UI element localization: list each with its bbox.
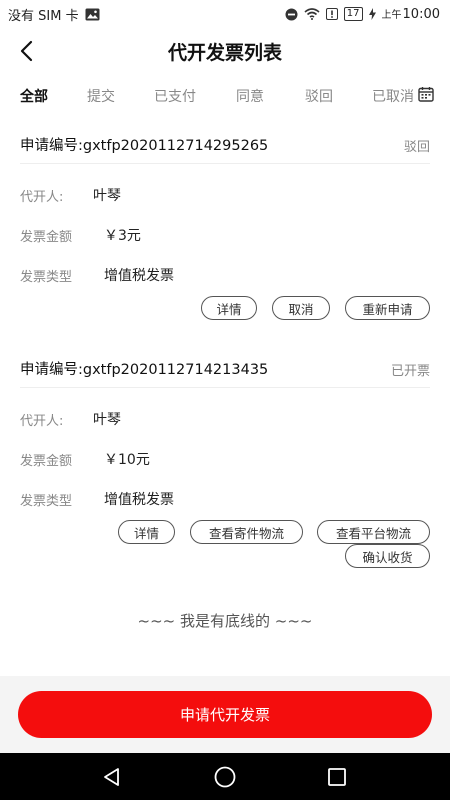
amount-label: 发票金额 (20, 230, 73, 245)
agent-label: 代开人: (20, 190, 64, 205)
nav-recents-button[interactable] (324, 764, 350, 790)
amount-value: ￥3元 (104, 228, 141, 244)
order-card: 申请编号:gxtfp2020112714295265 驳回 代开人: 叶琴 发票… (0, 130, 450, 330)
order-card: 申请编号:gxtfp2020112714213435 已开票 代开人: 叶琴 发… (0, 354, 450, 574)
calendar-icon (418, 87, 434, 102)
status-bar: 没有 SIM 卡 17 上午10:00 (0, 0, 450, 28)
type-label: 发票类型 (20, 270, 73, 285)
apply-number: 申请编号:gxtfp2020112714213435 (20, 362, 269, 378)
tab-rejected[interactable]: 驳回 (305, 86, 333, 106)
confirm-receipt-button[interactable]: 确认收货 (345, 544, 430, 568)
nav-back-icon (104, 768, 119, 786)
amount-value: ￥10元 (104, 452, 150, 468)
calendar-button[interactable] (418, 86, 436, 104)
charging-icon (368, 8, 376, 20)
dnd-icon (285, 8, 298, 21)
apply-invoice-button[interactable]: 申请代开发票 (18, 691, 432, 738)
tab-all[interactable]: 全部 (20, 86, 48, 106)
end-of-list-text: ~~~ 我是有底线的 ~~~ (137, 612, 313, 630)
status-tabs: 全部 提交 已支付 同意 驳回 已取消 (0, 80, 450, 112)
details-button[interactable]: 详情 (118, 520, 175, 544)
type-value: 增值税发票 (104, 492, 174, 508)
nav-home-icon (214, 766, 236, 788)
tab-submitted[interactable]: 提交 (87, 86, 115, 106)
type-value: 增值税发票 (104, 268, 174, 284)
tab-agreed[interactable]: 同意 (236, 86, 264, 106)
title-bar: 代开发票列表 (0, 28, 450, 74)
amount-label: 发票金额 (20, 454, 73, 469)
order-status: 驳回 (403, 140, 430, 155)
order-header: 申请编号:gxtfp2020112714213435 已开票 (20, 354, 430, 388)
nav-home-button[interactable] (212, 764, 238, 790)
clock-text: 10:00 (402, 7, 440, 22)
invoice-list-screen: 没有 SIM 卡 17 上午10:00 代开发票列表 全部 提交 已支付 同意 … (0, 0, 450, 800)
battery-icon: 17 (343, 7, 363, 21)
tab-cancelled[interactable]: 已取消 (372, 86, 414, 106)
nav-back-button[interactable] (99, 764, 125, 790)
cancel-button[interactable]: 取消 (272, 296, 330, 320)
carrier-text: 没有 SIM 卡 (8, 8, 79, 24)
page-title: 代开发票列表 (167, 42, 282, 64)
tab-paid[interactable]: 已支付 (154, 86, 196, 106)
nav-recents-icon (328, 768, 346, 786)
agent-label: 代开人: (20, 414, 64, 429)
alert-icon (325, 8, 338, 20)
details-button[interactable]: 详情 (201, 296, 257, 320)
apply-number: 申请编号:gxtfp2020112714295265 (20, 138, 269, 154)
ampm-text: 上午 (381, 10, 402, 21)
image-icon (85, 8, 100, 21)
footer-bar: 申请代开发票 (0, 676, 450, 753)
type-label: 发票类型 (20, 494, 73, 509)
reapply-button[interactable]: 重新申请 (345, 296, 430, 320)
order-status: 已开票 (390, 364, 430, 379)
wifi-icon (304, 8, 320, 20)
system-nav-bar (0, 753, 450, 800)
platform-logistics-button[interactable]: 查看平台物流 (317, 520, 430, 544)
agent-value: 叶琴 (93, 412, 121, 428)
order-header: 申请编号:gxtfp2020112714295265 驳回 (20, 130, 430, 164)
agent-value: 叶琴 (93, 188, 121, 204)
sender-logistics-button[interactable]: 查看寄件物流 (190, 520, 303, 544)
